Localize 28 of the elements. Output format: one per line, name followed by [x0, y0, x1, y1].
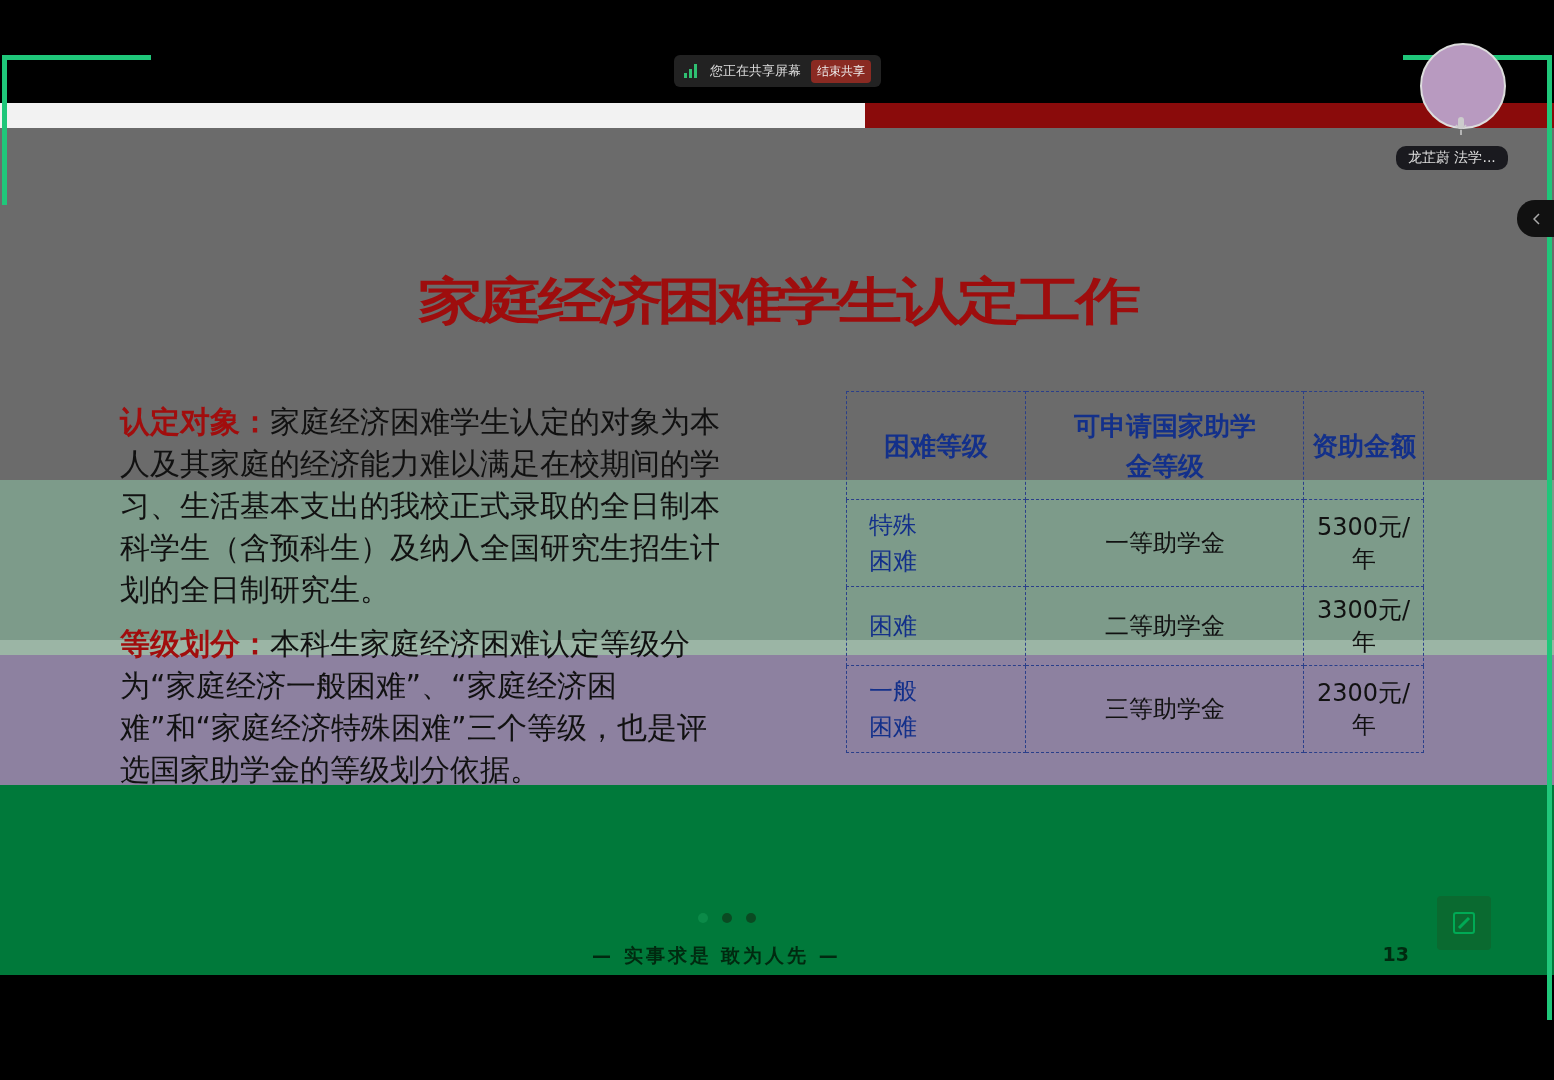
table-cell: 二等助学金 — [1025, 586, 1304, 666]
slide-motto: — 实事求是 敢为人先 — — [592, 943, 841, 968]
page-dot[interactable] — [722, 913, 732, 923]
table-cell: 3300元/年 — [1303, 586, 1424, 666]
sharing-status: 您正在共享屏幕 — [709, 62, 801, 80]
collapse-tab[interactable] — [1517, 200, 1554, 237]
signal-icon — [683, 64, 700, 78]
slide-title: 家庭经济困难学生认定工作 — [417, 271, 1138, 332]
table-cell: 特殊困难 — [846, 499, 1026, 587]
column-header: 资助金额 — [1303, 391, 1424, 500]
table-cell: 2300元/年 — [1303, 665, 1424, 753]
column-header: 困难等级 — [846, 391, 1026, 500]
table-cell: 一等助学金 — [1025, 499, 1304, 587]
paragraph: 等级划分：本科生家庭经济困难认定等级分为“家庭经济一般困难”、“家庭经济困难”和“家庭经济特殊困难”三个等级，也是评选国家助学金的等级划分依据。 — [120, 625, 708, 789]
stop-sharing-button[interactable]: 结束共享 — [810, 59, 871, 83]
table-cell: 5300元/年 — [1303, 499, 1424, 587]
microphone-icon — [1454, 116, 1468, 136]
paragraph: 认定对象：家庭经济困难学生认定的对象为本人及其家庭的经济能力难以满足在校期间的学习、生活基本支出的我校正式录取的全日制本科学生（含预科生）及纳入全国研究生招生计划的全日制研究生。 — [120, 403, 721, 609]
column-header: 可申请国家助学金等级 — [1025, 391, 1304, 500]
table-cell: 一般困难 — [846, 665, 1026, 753]
table-cell: 困难 — [846, 586, 1026, 666]
table-cell: 三等助学金 — [1025, 665, 1304, 753]
chevron-left-icon — [1533, 212, 1541, 225]
page-number: 13 — [1382, 943, 1409, 967]
presenter-name: 龙芷蔚 法学... — [1396, 146, 1508, 170]
page-dot[interactable] — [746, 913, 756, 923]
pencil-icon — [1452, 911, 1476, 935]
annotate-button[interactable] — [1437, 896, 1491, 950]
